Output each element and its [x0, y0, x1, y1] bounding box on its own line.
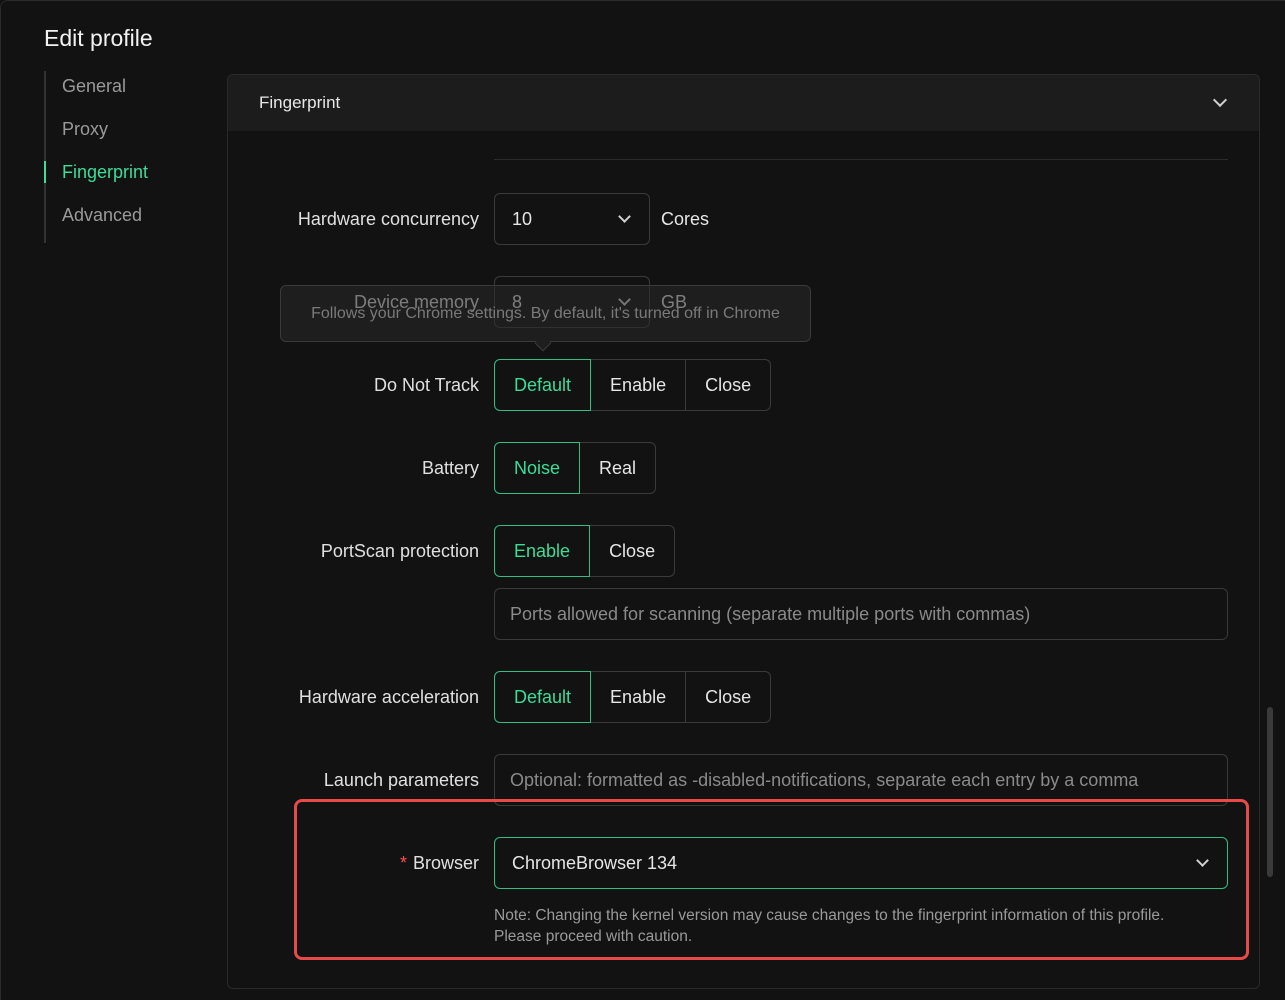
side-nav: General Proxy Fingerprint Advanced	[44, 71, 214, 243]
browser-label: * Browser	[400, 837, 479, 889]
row-portscan: PortScan protection Enable Close	[228, 525, 1259, 577]
battery-noise-button[interactable]: Noise	[494, 442, 581, 494]
nav-item-general[interactable]: General	[46, 71, 214, 114]
row-hardware-acceleration: Hardware acceleration Default Enable Clo…	[228, 671, 1259, 723]
ports-input[interactable]	[494, 588, 1228, 640]
browser-select[interactable]: ChromeBrowser 134	[494, 837, 1228, 889]
hardware-concurrency-select[interactable]: 10	[494, 193, 650, 245]
portscan-label: PortScan protection	[320, 541, 479, 561]
browser-note-line1: Note: Changing the kernel version may ca…	[494, 907, 1165, 924]
chevron-down-icon[interactable]	[1212, 92, 1228, 108]
nav-item-fingerprint[interactable]: Fingerprint	[44, 157, 214, 200]
launch-parameters-input[interactable]	[494, 754, 1228, 806]
hardware-concurrency-control: 10 Cores	[494, 193, 709, 245]
app-window: Edit profile General Proxy Fingerprint A…	[0, 0, 1285, 1000]
row-hardware-concurrency: Hardware concurrency 10 Cores	[228, 193, 1259, 245]
portscan-close-button[interactable]: Close	[590, 525, 676, 577]
cores-unit: Cores	[661, 209, 710, 229]
launch-parameters-label: Launch parameters	[323, 770, 479, 790]
dnt-default-button[interactable]: Default	[494, 359, 592, 411]
browser-note: Note: Changing the kernel version may ca…	[494, 905, 1234, 947]
battery-real-button[interactable]: Real	[580, 442, 657, 494]
do-not-track-segmented: Default Enable Close	[494, 359, 772, 411]
browser-value: ChromeBrowser 134	[512, 853, 678, 873]
battery-label: Battery	[421, 458, 479, 478]
row-browser: * Browser ChromeBrowser 134	[228, 837, 1259, 889]
hwaccel-close-button[interactable]: Close	[686, 671, 772, 723]
do-not-track-tooltip: Follows your Chrome settings. By default…	[280, 285, 811, 342]
row-battery: Battery Noise Real	[228, 442, 1259, 494]
hardware-concurrency-value: 10	[512, 209, 533, 229]
battery-segmented: Noise Real	[494, 442, 657, 494]
nav-item-advanced[interactable]: Advanced	[46, 200, 214, 243]
fingerprint-panel: Fingerprint Hardware concurrency 10 Core…	[227, 74, 1260, 989]
row-do-not-track: Do Not Track Default Enable Close	[228, 359, 1259, 411]
hardware-concurrency-label: Hardware concurrency	[297, 209, 479, 229]
hardware-acceleration-segmented: Default Enable Close	[494, 671, 772, 723]
hwaccel-enable-button[interactable]: Enable	[591, 671, 687, 723]
scrollbar-thumb[interactable]	[1267, 707, 1273, 877]
divider	[494, 159, 1228, 160]
browser-control: ChromeBrowser 134	[494, 837, 1228, 889]
hardware-acceleration-label: Hardware acceleration	[298, 687, 479, 707]
dnt-enable-button[interactable]: Enable	[591, 359, 687, 411]
panel-title: Fingerprint	[259, 93, 341, 112]
required-mark: *	[399, 853, 407, 873]
chevron-down-icon	[1196, 854, 1209, 867]
panel-header[interactable]: Fingerprint	[228, 75, 1259, 131]
hwaccel-default-button[interactable]: Default	[494, 671, 592, 723]
do-not-track-label: Do Not Track	[373, 375, 479, 395]
portscan-segmented: Enable Close	[494, 525, 676, 577]
page-title: Edit profile	[44, 25, 153, 51]
chevron-down-icon	[618, 210, 631, 223]
nav-item-proxy[interactable]: Proxy	[46, 114, 214, 157]
portscan-enable-button[interactable]: Enable	[494, 525, 591, 577]
browser-note-line2: Please proceed with caution.	[494, 928, 693, 945]
dnt-close-button[interactable]: Close	[686, 359, 772, 411]
browser-label-text: Browser	[412, 853, 479, 873]
